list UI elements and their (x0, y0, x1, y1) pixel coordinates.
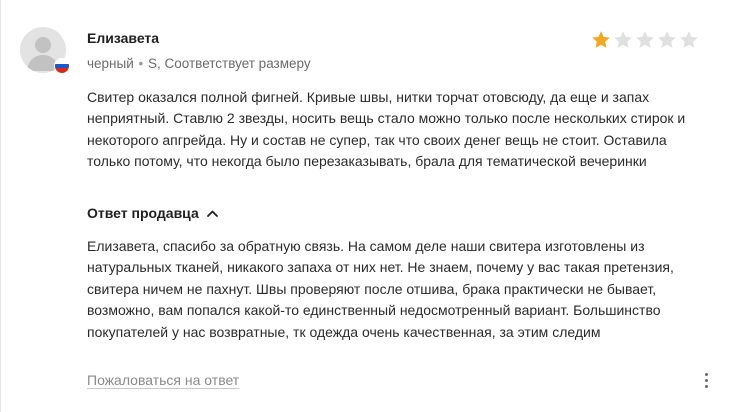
size-fit: S, Соответствует размеру (148, 56, 311, 71)
left-border (0, 0, 1, 412)
star-empty-icon (658, 31, 676, 48)
seller-reply-toggle[interactable]: Ответ продавца (87, 205, 218, 221)
chevron-up-icon (206, 210, 218, 217)
seller-reply-label: Ответ продавца (87, 205, 199, 221)
more-vertical-icon[interactable] (699, 370, 713, 390)
report-reply-link[interactable]: Пожаловаться на ответ (87, 372, 239, 388)
variant-color: черный (87, 56, 134, 71)
review-meta: черный • S, Соответствует размеру (87, 56, 311, 71)
author-name: Елизавета (87, 30, 160, 46)
star-filled-icon (592, 31, 610, 48)
russia-flag-icon (54, 58, 70, 74)
flag-stripe-red (55, 68, 69, 73)
star-empty-icon (614, 31, 632, 48)
rating-stars (591, 30, 699, 50)
star-empty-icon (680, 31, 698, 48)
more-dot (704, 384, 708, 388)
review-text: Свитер оказался полной фигней. Кривые шв… (87, 89, 686, 170)
meta-separator: • (138, 56, 144, 71)
seller-reply-text: Елизавета, спасибо за обратную связь. На… (87, 238, 674, 340)
more-dot (704, 378, 708, 382)
more-dot (704, 372, 708, 376)
star-empty-icon (636, 31, 654, 48)
